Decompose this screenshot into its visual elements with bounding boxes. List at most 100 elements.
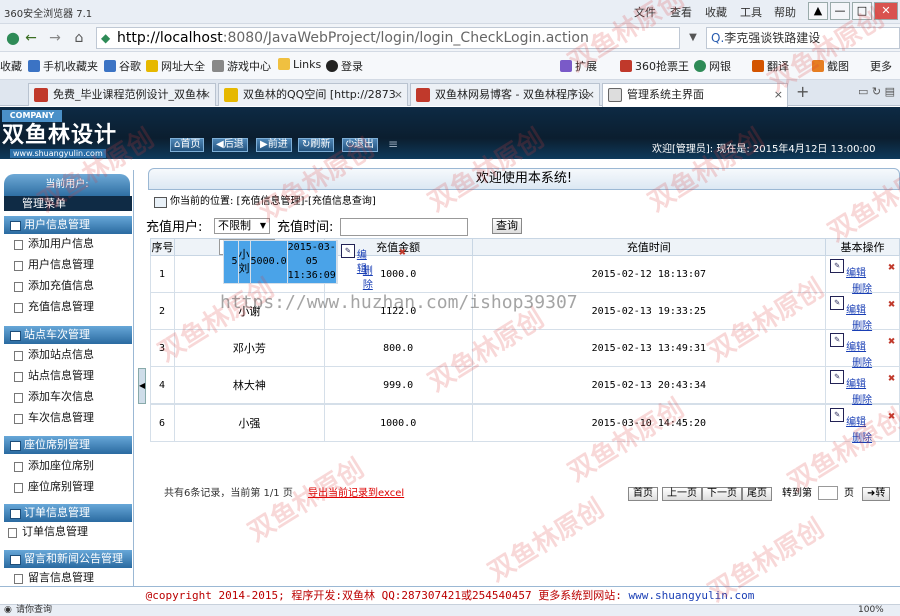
sidebar-item-message-manage[interactable]: 留言信息管理 [12,568,94,588]
minimize-icon[interactable]: — [830,2,850,20]
refresh-button[interactable]: ↻刷新 [298,138,335,152]
go-button[interactable]: ➜转 [862,487,891,501]
last-page-button[interactable]: 尾页 [742,487,772,501]
edit-link[interactable]: 编辑 [846,375,866,390]
export-excel-link[interactable]: 导出当前记录到excel [308,486,404,502]
sidebar-item-train-manage[interactable]: 车次信息管理 [12,408,94,428]
close-tab-icon[interactable]: × [774,84,783,105]
edit-icon[interactable]: ✎ [830,370,845,384]
bookmark-login[interactable]: 登录 [326,58,363,74]
table-row[interactable]: 6 小强 1000.0 2015-03-10 14:45:20 ✎ 编辑 删除 ✖ [150,404,900,444]
recharge-user-select[interactable]: 不限制 ▼ [214,218,270,234]
menu-grid-icon[interactable]: ≡ [388,137,398,151]
delete-icon[interactable]: ✖ [888,260,895,274]
bookmark-tickets[interactable]: 360抢票王 [620,58,689,74]
table-row[interactable]: 5 小刘 5000.0 2015-03-05 11:36:09 ✎ 编辑 删除 ✖ [218,238,406,291]
menu-help[interactable]: 帮助 [774,4,796,20]
sidebar-item-add-user[interactable]: 添加用户信息 [12,234,94,254]
prev-page-button[interactable]: 上一页 [662,487,702,501]
sidebar-item-add-train[interactable]: 添加车次信息 [12,387,94,407]
close-window-icon[interactable]: ✕ [874,2,898,20]
search-input[interactable]: Q.李克强谈铁路建设 [706,27,900,49]
sidebar-item-add-recharge[interactable]: 添加充值信息 [12,276,94,296]
tab-tools-icon[interactable]: ▭ ↻ ▤ [858,85,895,98]
pin-icon[interactable]: ▲ [808,2,828,20]
sidebar-item-user-manage[interactable]: 用户信息管理 [12,255,94,275]
bookmark-extensions[interactable]: 扩展 [560,58,597,74]
table-row[interactable]: 2 小谢 1122.0 2015-02-13 19:33:25 ✎ 编辑 删除 ✖ [150,292,900,332]
group-user-info[interactable]: 用户信息管理 [4,216,132,234]
table-row[interactable]: 3 邓小芳 800.0 2015-02-13 13:49:31 ✎ 编辑 删除 ✖ [150,329,900,369]
sidebar-item-order-manage[interactable]: 订单信息管理 [6,522,88,542]
delete-icon[interactable]: ✖ [888,334,895,348]
back-button[interactable]: ◀后退 [212,138,248,152]
group-message-news[interactable]: 留言和新闻公告管理 [4,550,132,568]
bookmark-bank[interactable]: 网银 [694,58,731,74]
group-order[interactable]: 订单信息管理 [4,504,132,522]
edit-icon[interactable]: ✎ [830,259,845,273]
delete-link[interactable]: 删除 [852,429,872,444]
menu-tools[interactable]: 工具 [740,4,762,20]
jump-label: 转到第 [782,488,812,499]
forward-button[interactable]: ▶前进 [256,138,292,152]
bookmark-sites[interactable]: 网址大全 [146,58,205,74]
new-tab-icon[interactable]: + [796,82,809,101]
logout-button[interactable]: ⏻退出 [342,138,378,152]
recharge-time-input[interactable] [340,218,468,236]
edit-icon[interactable]: ✎ [830,408,845,422]
edit-icon[interactable]: ✎ [340,243,355,258]
maximize-icon[interactable]: □ [852,2,872,20]
group-station-train[interactable]: 站点车次管理 [4,326,132,344]
url-input[interactable]: ◆ http://localhost:8080/JavaWebProject/l… [96,27,680,49]
sidebar-collapse-handle[interactable]: ◀ [138,368,146,404]
bookmark-more[interactable]: 更多 [870,58,892,74]
sidebar-item-station-manage[interactable]: 站点信息管理 [12,366,94,386]
bookmark-mobile[interactable]: 手机收藏夹 [28,58,98,74]
delete-icon[interactable]: ✖ [399,245,406,259]
edit-link[interactable]: 编辑 [846,413,866,428]
sidebar-item-recharge-manage[interactable]: 充值信息管理 [12,297,94,317]
delete-icon[interactable]: ✖ [888,297,895,311]
group-seat[interactable]: 座位席别管理 [4,436,132,454]
edit-link[interactable]: 编辑 [846,264,866,279]
home-button[interactable]: ⌂首页 [170,138,205,152]
table-row[interactable]: 4 林大神 999.0 2015-02-13 20:43:34 ✎ 编辑 删除 ✖ [150,366,900,406]
first-page-button[interactable]: 首页 [628,487,658,501]
edit-icon[interactable]: ✎ [830,296,845,310]
bookmark-screenshot[interactable]: 截图 [812,58,849,74]
footer-link[interactable]: www.shuangyulin.com [629,589,755,602]
close-tab-icon[interactable]: × [202,84,211,105]
page-number-input[interactable] [818,486,838,500]
delete-icon[interactable]: ✖ [888,371,895,385]
home-icon[interactable]: ⌂ [70,29,88,47]
sidebar-item-add-station[interactable]: 添加站点信息 [12,345,94,365]
sidebar-item-add-seat[interactable]: 添加座位席别 [12,456,94,476]
edit-link[interactable]: 编辑 [846,338,866,353]
edit-icon[interactable]: ✎ [830,333,845,347]
current-user: 当前用户: [4,174,130,196]
edit-link[interactable]: 编辑 [846,301,866,316]
next-page-button[interactable]: 下一页 [702,487,742,501]
tab-main[interactable]: 管理系统主界面 × [602,83,788,107]
bookmark-games[interactable]: 游戏中心 [212,58,271,74]
bookmark-google[interactable]: 谷歌 [104,58,141,74]
tab-qq[interactable]: 双鱼林的QQ空间 [http://2873 × [218,83,408,106]
dropdown-icon[interactable]: ▼ [684,29,702,47]
tab-blog[interactable]: 双鱼林网易博客 - 双鱼林程序设 × [410,83,600,106]
menu-favorites[interactable]: 收藏 [705,4,727,20]
bookmark-links[interactable]: Links [278,58,321,71]
menu-file[interactable]: 文件 [634,4,656,20]
zoom-level[interactable]: 100% [858,605,884,616]
back-icon[interactable]: ← [22,29,40,47]
sidebar-item-seat-manage[interactable]: 座位席别管理 [12,477,94,497]
forward-icon[interactable]: → [46,29,64,47]
menu-view[interactable]: 查看 [670,4,692,20]
delete-icon[interactable]: ✖ [888,409,895,423]
query-button[interactable]: 查询 [492,218,522,234]
bookmark-favorites[interactable]: 收藏 [0,58,22,74]
tab-course[interactable]: 免费_毕业课程范例设计_双鱼林 × [28,83,216,106]
delete-link[interactable]: 删除 [363,265,373,293]
close-tab-icon[interactable]: × [394,84,403,105]
close-tab-icon[interactable]: × [586,84,595,105]
bookmark-translate[interactable]: 翻译 [752,58,789,74]
